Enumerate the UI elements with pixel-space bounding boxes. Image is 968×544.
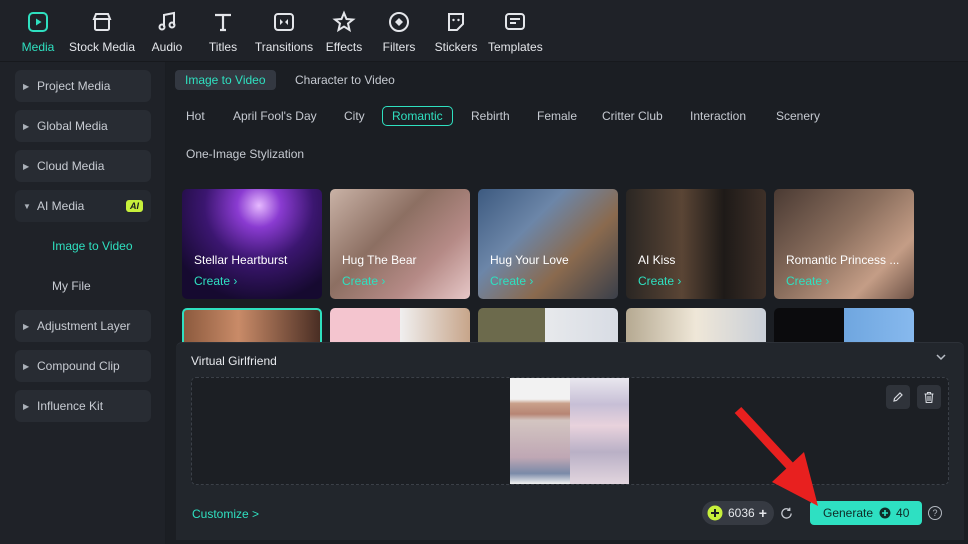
generate-cost: 40 <box>896 506 910 520</box>
preview-area <box>191 377 949 485</box>
sidebar-item-label: Compound Clip <box>37 359 120 373</box>
create-label: Create <box>490 274 527 288</box>
template-card[interactable]: AI Kiss Create › <box>626 189 766 299</box>
caret-right-icon: ▶ <box>23 401 30 411</box>
stock-media-icon <box>92 13 112 31</box>
sidebar-item-label: AI Media <box>37 199 85 213</box>
chevron-down-icon[interactable] <box>936 353 946 364</box>
template-card[interactable]: Hug The Bear Create › <box>330 189 470 299</box>
sidebar-item-global-media[interactable]: ▶ Global Media <box>15 110 151 142</box>
delete-button[interactable] <box>917 385 941 409</box>
audio-icon <box>158 11 176 31</box>
toolbar-stickers[interactable]: Stickers <box>434 10 478 54</box>
top-toolbar: Media Stock Media Audio Titles Transitio… <box>0 0 968 62</box>
toolbar-templates[interactable]: Templates <box>488 10 543 54</box>
credits-value: 6036 <box>728 506 755 520</box>
add-credits-icon[interactable]: + <box>759 505 767 521</box>
generate-label: Generate <box>823 506 874 520</box>
sidebar-item-label: Cloud Media <box>37 159 105 173</box>
category-scenery[interactable]: Scenery <box>766 106 830 126</box>
create-link[interactable]: Create › <box>194 274 237 288</box>
toolbar-effects[interactable]: Effects <box>324 10 364 54</box>
media-sidebar: ▶ Project Media ▶ Global Media ▶ Cloud M… <box>0 62 165 544</box>
category-interaction[interactable]: Interaction <box>680 106 756 126</box>
template-card[interactable]: Hug Your Love Create › <box>478 189 618 299</box>
sidebar-item-label: Influence Kit <box>37 399 104 413</box>
generate-button[interactable]: Generate 40 <box>810 501 922 525</box>
sidebar-item-label: Adjustment Layer <box>37 319 131 333</box>
card-title: Romantic Princess ... <box>786 253 900 267</box>
category-rebirth[interactable]: Rebirth <box>461 106 520 126</box>
create-label: Create <box>638 274 675 288</box>
category-april-fools-day[interactable]: April Fool's Day <box>223 106 327 126</box>
sidebar-item-label: Global Media <box>37 119 108 133</box>
create-link[interactable]: Create › <box>490 274 533 288</box>
sidebar-item-label: Project Media <box>37 79 111 93</box>
sidebar-item-project-media[interactable]: ▶ Project Media <box>15 70 151 102</box>
toolbar-titles[interactable]: Titles <box>206 10 240 54</box>
create-label: Create <box>342 274 379 288</box>
credit-plus-icon <box>707 505 723 521</box>
toolbar-stock-media[interactable]: Stock Media <box>68 10 136 54</box>
caret-right-icon: ▶ <box>23 321 30 331</box>
card-title: Hug Your Love <box>490 253 569 267</box>
caret-right-icon: ▶ <box>23 121 30 131</box>
toolbar-media[interactable]: Media <box>20 10 56 54</box>
person-photo <box>510 378 570 484</box>
category-female[interactable]: Female <box>527 106 587 126</box>
tab-character-to-video[interactable]: Character to Video <box>285 70 405 90</box>
template-detail-panel: Virtual Girlfriend Customize > 6036 + Ge… <box>176 342 964 540</box>
sidebar-item-ai-media[interactable]: ▼ AI Media AI <box>15 190 151 222</box>
filters-icon <box>389 12 409 32</box>
ai-badge: AI <box>126 200 143 212</box>
panel-title: Virtual Girlfriend <box>191 354 277 368</box>
category-hot[interactable]: Hot <box>176 106 215 126</box>
create-link[interactable]: Create › <box>786 274 829 288</box>
card-title: AI Kiss <box>638 253 676 267</box>
anime-character-image <box>570 378 629 484</box>
create-label: Create <box>786 274 823 288</box>
transitions-icon <box>274 13 294 31</box>
toolbar-filters[interactable]: Filters <box>382 10 416 54</box>
caret-down-icon: ▼ <box>23 201 31 211</box>
toolbar-transitions[interactable]: Transitions <box>254 10 314 54</box>
toolbar-audio[interactable]: Audio <box>148 10 186 54</box>
sidebar-item-cloud-media[interactable]: ▶ Cloud Media <box>15 150 151 182</box>
create-link[interactable]: Create › <box>638 274 681 288</box>
create-link[interactable]: Create › <box>342 274 385 288</box>
templates-icon <box>505 13 525 30</box>
sidebar-item-compound-clip[interactable]: ▶ Compound Clip <box>15 350 151 382</box>
effects-icon <box>332 10 356 33</box>
help-icon[interactable]: ? <box>928 506 942 520</box>
stickers-icon <box>448 13 464 31</box>
customize-link[interactable]: Customize > <box>192 507 259 521</box>
credit-icon <box>879 507 891 519</box>
trash-icon <box>924 391 934 403</box>
sidebar-item-adjustment-layer[interactable]: ▶ Adjustment Layer <box>15 310 151 342</box>
template-card[interactable]: Romantic Princess ... Create › <box>774 189 914 299</box>
caret-right-icon: ▶ <box>23 361 30 371</box>
titles-icon <box>215 13 231 32</box>
category-one-image-stylization[interactable]: One-Image Stylization <box>176 144 314 164</box>
edit-button[interactable] <box>886 385 910 409</box>
media-icon <box>28 12 48 32</box>
sidebar-item-influence-kit[interactable]: ▶ Influence Kit <box>15 390 151 422</box>
sidebar-subitem-image-to-video[interactable]: Image to Video <box>52 239 133 253</box>
card-title: Hug The Bear <box>342 253 417 267</box>
create-label: Create <box>194 274 231 288</box>
category-city[interactable]: City <box>334 106 375 126</box>
pencil-icon <box>893 392 903 402</box>
sidebar-subitem-my-file[interactable]: My File <box>52 279 91 293</box>
caret-right-icon: ▶ <box>23 161 30 171</box>
caret-right-icon: ▶ <box>23 81 30 91</box>
category-critter-club[interactable]: Critter Club <box>592 106 673 126</box>
category-romantic[interactable]: Romantic <box>382 106 453 126</box>
template-card[interactable]: Stellar Heartburst Create › <box>182 189 322 299</box>
card-title: Stellar Heartburst <box>194 253 288 267</box>
refresh-icon[interactable] <box>780 507 793 525</box>
tab-image-to-video[interactable]: Image to Video <box>175 70 276 90</box>
credits-balance[interactable]: 6036 + <box>702 501 774 525</box>
